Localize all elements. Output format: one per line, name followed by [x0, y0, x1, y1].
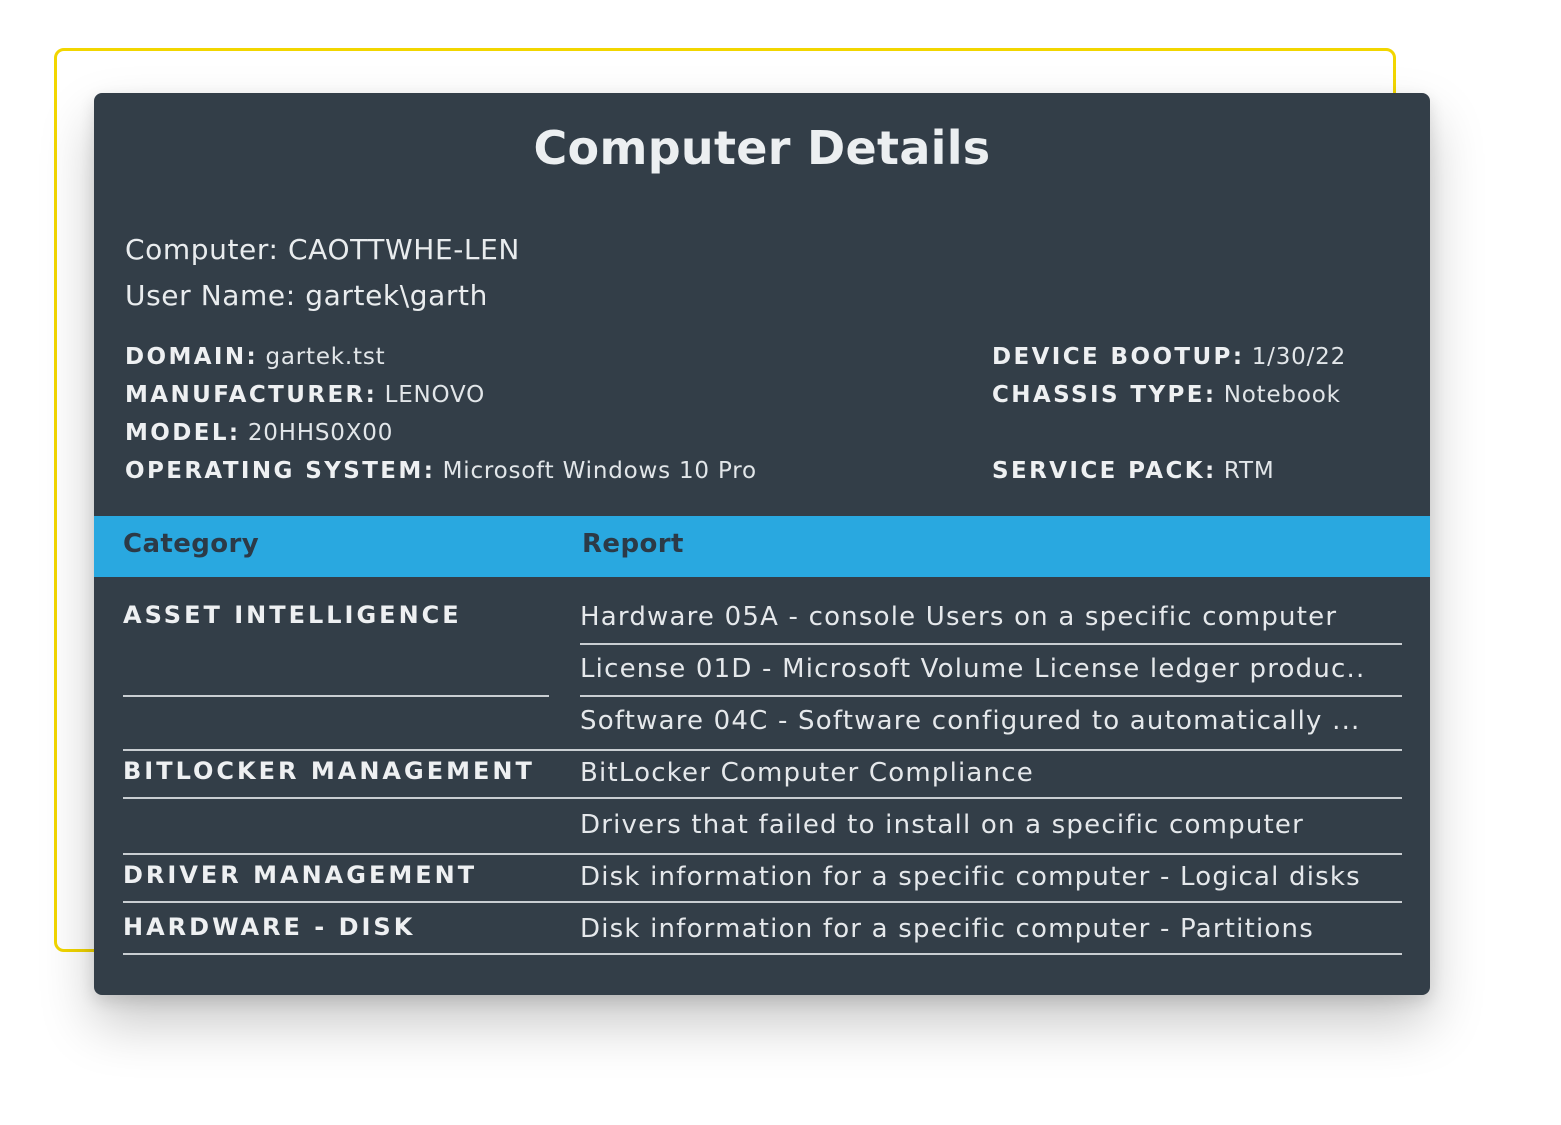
row-divider — [123, 953, 1402, 955]
category-bitlocker-management: BITLOCKER MANAGEMENT — [123, 757, 535, 785]
row-divider — [123, 695, 549, 697]
column-header-category[interactable]: Category — [123, 529, 259, 559]
domain-field: DOMAIN: gartek.tst — [125, 344, 385, 370]
service-pack-label: SERVICE PACK: — [992, 458, 1217, 484]
computer-details-panel: Computer Details Computer: CAOTTWHE-LEN … — [94, 93, 1430, 995]
report-link[interactable]: License 01D - Microsoft Volume License l… — [580, 654, 1365, 684]
column-header-report[interactable]: Report — [582, 529, 684, 559]
model-field: MODEL: 20HHS0X00 — [125, 420, 393, 446]
operating-system-value: Microsoft Windows 10 Pro — [442, 458, 757, 484]
service-pack-value: RTM — [1223, 458, 1275, 484]
category-asset-intelligence: ASSET INTELLIGENCE — [123, 601, 462, 629]
chassis-type-field: CHASSIS TYPE: Notebook — [992, 382, 1341, 408]
manufacturer-label: MANUFACTURER: — [125, 382, 378, 408]
row-divider — [123, 901, 1402, 903]
domain-value: gartek.tst — [265, 344, 386, 370]
chassis-type-label: CHASSIS TYPE: — [992, 382, 1217, 408]
table-header: Category Report — [94, 516, 1430, 577]
category-driver-management: DRIVER MANAGEMENT — [123, 861, 478, 889]
model-value: 20HHS0X00 — [247, 420, 394, 446]
row-divider — [123, 797, 1402, 799]
computer-name: Computer: CAOTTWHE-LEN — [125, 233, 520, 266]
device-bootup-field: DEVICE BOOTUP: 1/30/22 — [992, 344, 1346, 370]
row-divider — [123, 853, 1402, 855]
operating-system-label: OPERATING SYSTEM: — [125, 458, 436, 484]
category-hardware-disk: HARDWARE - DISK — [123, 913, 416, 941]
row-divider — [580, 643, 1402, 645]
report-link[interactable]: BitLocker Computer Compliance — [580, 758, 1034, 788]
page-title: Computer Details — [533, 121, 991, 175]
report-link[interactable]: Disk information for a specific computer… — [580, 914, 1314, 944]
chassis-type-value: Notebook — [1223, 382, 1341, 408]
manufacturer-value: LENOVO — [384, 382, 486, 408]
report-link[interactable]: Drivers that failed to install on a spec… — [580, 810, 1304, 840]
operating-system-field: OPERATING SYSTEM: Microsoft Windows 10 P… — [125, 458, 757, 484]
row-divider — [580, 695, 1402, 697]
user-name: User Name: gartek\garth — [125, 279, 488, 312]
report-link[interactable]: Disk information for a specific computer… — [580, 862, 1361, 892]
device-bootup-label: DEVICE BOOTUP: — [992, 344, 1245, 370]
domain-label: DOMAIN: — [125, 344, 259, 370]
device-bootup-value: 1/30/22 — [1251, 344, 1346, 370]
report-link[interactable]: Software 04C - Software configured to au… — [580, 706, 1361, 736]
manufacturer-field: MANUFACTURER: LENOVO — [125, 382, 485, 408]
model-label: MODEL: — [125, 420, 241, 446]
row-divider — [123, 749, 1402, 751]
service-pack-field: SERVICE PACK: RTM — [992, 458, 1275, 484]
report-link[interactable]: Hardware 05A - console Users on a specif… — [580, 602, 1337, 632]
